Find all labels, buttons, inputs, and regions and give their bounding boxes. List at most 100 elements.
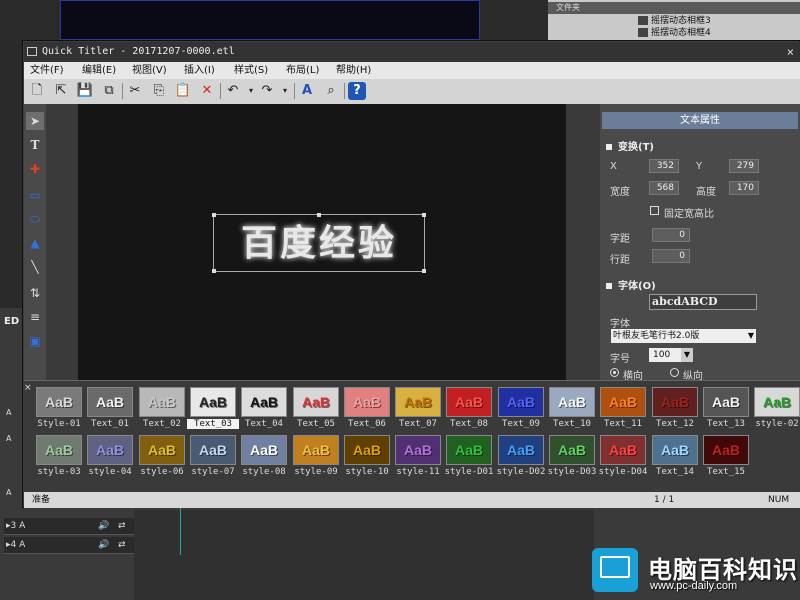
style-tile[interactable]: AaB (652, 435, 698, 465)
redo-dropdown-icon[interactable]: ▾ (276, 82, 294, 100)
copy-icon[interactable]: ⎘ (150, 82, 168, 100)
style-tile[interactable]: AaB (498, 387, 544, 417)
font-section-title[interactable]: 字体(O) (606, 277, 656, 292)
line-spacing-field[interactable]: 0 (652, 249, 690, 263)
delete-icon[interactable]: ✕ (198, 82, 216, 100)
timeline-cursor[interactable] (180, 505, 181, 555)
style-tile[interactable]: AaB (293, 387, 339, 417)
style-tile[interactable]: AaB (139, 435, 185, 465)
y-field[interactable]: 279 (729, 159, 759, 173)
canvas-scrollbar[interactable] (566, 104, 600, 380)
timeline-track[interactable]: ▸3 A 🔊 ⇄ (4, 518, 134, 535)
link-icon[interactable]: ⇄ (118, 537, 126, 553)
redo-icon[interactable]: ↷ (258, 82, 276, 100)
crosshair-icon[interactable]: ✚ (26, 160, 44, 178)
style-label: Text_01 (91, 419, 129, 429)
page-indicator: 1 / 1 (654, 495, 675, 505)
menu-style[interactable]: 样式(S) (234, 64, 268, 77)
style-tile[interactable]: AaB (498, 435, 544, 465)
style-tile[interactable]: AaB (36, 435, 82, 465)
audio-icon[interactable]: 🔊 (98, 537, 109, 553)
style-tile[interactable]: AaB (293, 435, 339, 465)
transform-section-title[interactable]: 变换(T) (606, 138, 654, 153)
triangle-icon[interactable]: ▲ (26, 234, 44, 252)
host-preview-window (60, 0, 480, 40)
close-icon[interactable]: × (787, 42, 794, 62)
font-sample: abcdABCD (649, 294, 757, 310)
track-name: ▸4 A (6, 540, 26, 550)
resize-handle[interactable] (212, 213, 216, 217)
new-icon[interactable]: 🗋 (28, 82, 46, 100)
menu-view[interactable]: 视图(V) (132, 64, 167, 77)
paste-icon[interactable]: 📋 (174, 82, 192, 100)
select-arrow-icon[interactable]: ➤ (26, 112, 44, 130)
ellipse-icon[interactable]: ⬭ (26, 210, 44, 228)
resize-handle[interactable] (422, 213, 426, 217)
style-tile[interactable]: AaB (395, 435, 441, 465)
timeline-area[interactable] (134, 510, 594, 600)
rectangle-icon[interactable]: ▭ (26, 186, 44, 204)
distribute-icon[interactable]: ≡ (26, 308, 44, 326)
horizontal-radio[interactable] (610, 368, 619, 377)
find-icon[interactable]: ⌕ (322, 82, 340, 100)
style-tile[interactable]: AaB (344, 387, 390, 417)
style-tile[interactable]: AaB (600, 387, 646, 417)
style-tile[interactable]: AaB (600, 435, 646, 465)
font-select[interactable]: 叶根友毛笔行书2.0版 ▼ (611, 329, 756, 343)
resize-handle[interactable] (212, 269, 216, 273)
library-item[interactable]: 摇摆动态相框3 (638, 16, 798, 27)
menu-edit[interactable]: 编辑(E) (82, 64, 116, 77)
style-tile[interactable]: AaB (87, 435, 133, 465)
style-tile[interactable]: AaB (446, 435, 492, 465)
style-tile[interactable]: AaB (139, 387, 185, 417)
align-icon[interactable]: ⇅ (26, 284, 44, 302)
menu-layout[interactable]: 布局(L) (286, 64, 319, 77)
style-tile[interactable]: AaB (395, 387, 441, 417)
chevron-down-icon[interactable]: ▼ (681, 348, 693, 362)
text-object[interactable]: 百度经验 (212, 213, 426, 273)
style-tile[interactable]: AaB (241, 387, 287, 417)
menu-help[interactable]: 帮助(H) (336, 64, 371, 77)
style-tile[interactable]: AaB (241, 435, 287, 465)
title-text[interactable]: 百度经验 (214, 215, 424, 271)
save-icon[interactable]: 💾 (76, 82, 94, 100)
style-tile[interactable]: AaB (87, 387, 133, 417)
x-field[interactable]: 352 (649, 159, 679, 173)
audio-icon[interactable]: 🔊 (98, 518, 109, 534)
open-icon[interactable]: ⇱ (52, 82, 70, 100)
style-tile[interactable]: AaB (703, 387, 749, 417)
height-field[interactable]: 170 (729, 181, 759, 195)
text-tool-icon[interactable]: T (26, 136, 44, 154)
style-tile[interactable]: AaB (549, 387, 595, 417)
menu-insert[interactable]: 插入(I) (184, 64, 215, 77)
save-as-icon[interactable]: ⧉ (100, 82, 118, 100)
cut-icon[interactable]: ✂ (126, 82, 144, 100)
width-field[interactable]: 568 (649, 181, 679, 195)
style-tile[interactable]: AaB (549, 435, 595, 465)
style-tile[interactable]: AaB (754, 387, 800, 417)
link-icon[interactable]: ⇄ (118, 518, 126, 534)
timeline-track[interactable]: ▸4 A 🔊 ⇄ (4, 537, 134, 554)
menu-file[interactable]: 文件(F) (30, 64, 64, 77)
style-tile[interactable]: AaB (190, 435, 236, 465)
layer-icon[interactable]: ▣ (26, 332, 44, 350)
gallery-close-icon[interactable]: × (24, 383, 32, 393)
fixed-ratio-checkbox[interactable] (650, 206, 659, 215)
style-tile[interactable]: AaB (190, 387, 236, 417)
style-label: Text_12 (656, 419, 694, 429)
style-tile[interactable]: AaB (652, 387, 698, 417)
line-icon[interactable]: ╲ (26, 258, 44, 276)
resize-handle[interactable] (317, 213, 321, 217)
vertical-radio[interactable] (670, 368, 679, 377)
resize-handle[interactable] (422, 269, 426, 273)
text-style-icon[interactable]: A (298, 82, 316, 100)
style-tile[interactable]: AaB (446, 387, 492, 417)
style-tile[interactable]: AaB (36, 387, 82, 417)
style-tile[interactable]: AaB (703, 435, 749, 465)
library-item[interactable]: 摇摆动态相框4 (638, 28, 798, 39)
undo-icon[interactable]: ↶ (224, 82, 242, 100)
window-title-bar[interactable]: Quick Titler - 20171207-0000.etl × (24, 42, 800, 62)
style-tile[interactable]: AaB (344, 435, 390, 465)
help-icon[interactable]: ? (348, 82, 366, 100)
char-spacing-field[interactable]: 0 (652, 228, 690, 242)
